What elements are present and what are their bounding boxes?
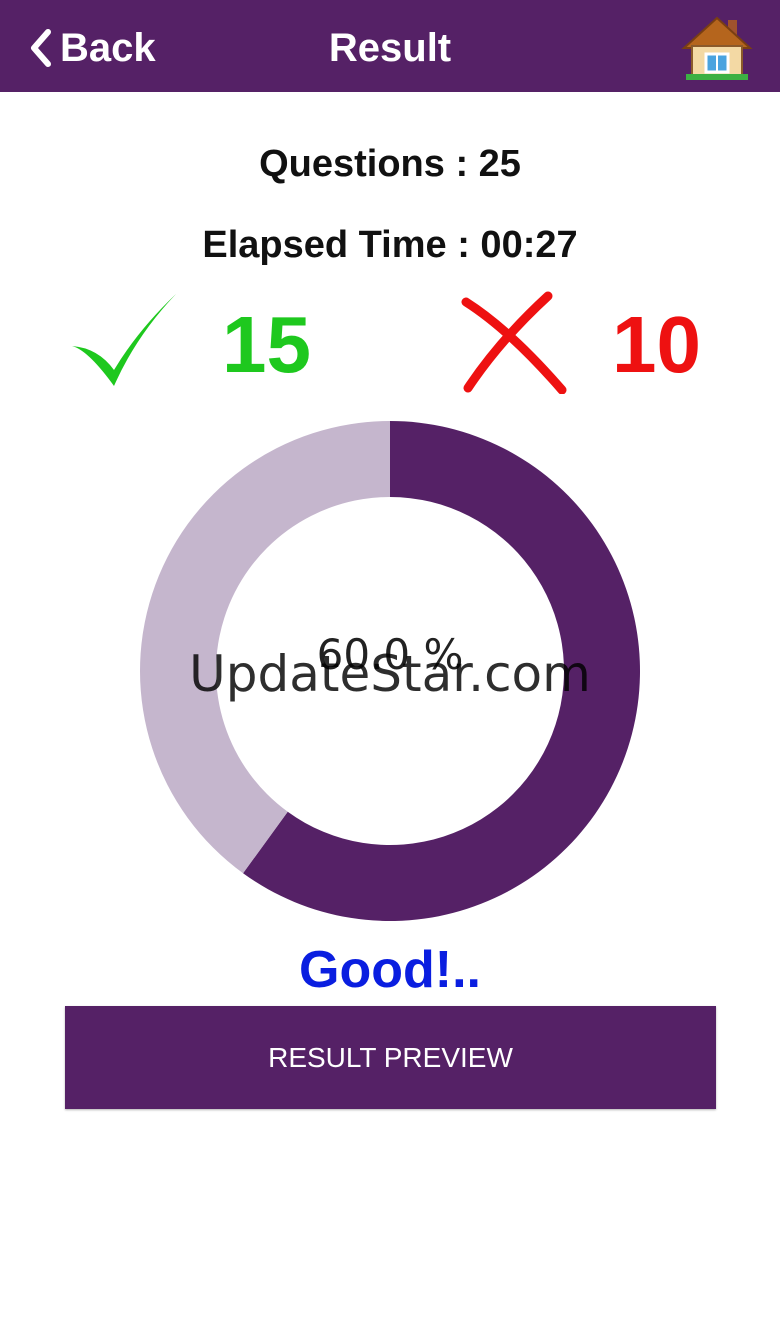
verdict-text: Good!.. — [299, 941, 481, 999]
questions-count-text: Questions : 25 — [259, 143, 521, 185]
checkmark-icon — [72, 294, 176, 386]
result-preview-button[interactable]: RESULT PREVIEW — [65, 1006, 716, 1109]
house-icon — [681, 16, 753, 80]
home-button[interactable] — [680, 14, 754, 82]
top-app-bar: Back Result — [0, 0, 780, 92]
score-percentage: 60.0 % — [316, 630, 464, 679]
cross-icon — [461, 291, 567, 394]
elapsed-time-text: Elapsed Time : 00:27 — [202, 224, 578, 266]
page-title: Result — [328, 26, 452, 70]
correct-count: 15 — [222, 300, 311, 389]
wrong-count: 10 — [612, 300, 701, 389]
